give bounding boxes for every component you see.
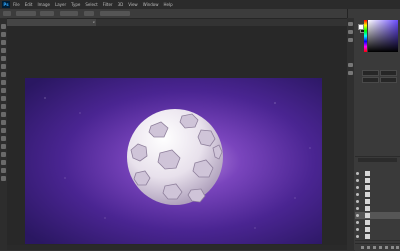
link-layers-icon[interactable] [361, 246, 364, 249]
visibility-eye-icon[interactable] [356, 235, 359, 238]
document-tab[interactable]: × [7, 19, 96, 26]
move-tool-icon[interactable] [1, 24, 6, 29]
visibility-eye-icon[interactable] [356, 172, 359, 175]
history-brush-tool-icon[interactable] [1, 96, 6, 101]
brush-tool-icon[interactable] [1, 80, 6, 85]
moon-ball [127, 109, 223, 205]
layer-thumbnail [365, 178, 370, 183]
layer-thumbnail [365, 185, 370, 190]
layers-filter[interactable] [358, 158, 397, 162]
new-group-icon[interactable] [385, 246, 388, 249]
option-control[interactable] [40, 11, 54, 16]
menu-type[interactable]: Type [71, 2, 80, 7]
status-bar [7, 245, 349, 250]
option-control[interactable] [84, 11, 94, 16]
mask-icon[interactable] [373, 246, 376, 249]
menu-layer[interactable]: Layer [55, 2, 66, 7]
type-tool-icon[interactable] [1, 144, 6, 149]
property-field[interactable] [362, 77, 379, 83]
visibility-eye-icon[interactable] [356, 179, 359, 182]
marquee-tool-icon[interactable] [1, 32, 6, 37]
option-control[interactable] [60, 11, 78, 16]
trash-icon[interactable] [396, 246, 399, 249]
stamp-tool-icon[interactable] [1, 88, 6, 93]
eraser-tool-icon[interactable] [1, 104, 6, 109]
menu-view[interactable]: View [128, 2, 138, 7]
layer-row[interactable] [355, 233, 400, 241]
path-select-tool-icon[interactable] [1, 152, 6, 157]
menu-bar: Ps File Edit Image Layer Type Select Fil… [0, 0, 400, 9]
layer-thumbnail [365, 206, 370, 211]
visibility-eye-icon[interactable] [356, 200, 359, 203]
lasso-tool-icon[interactable] [1, 40, 6, 45]
visibility-eye-icon[interactable] [356, 193, 359, 196]
close-icon[interactable]: × [92, 19, 95, 26]
fx-icon[interactable] [367, 246, 370, 249]
blur-tool-icon[interactable] [1, 120, 6, 125]
menu-filter[interactable]: Filter [103, 2, 113, 7]
layer-thumbnail [365, 234, 370, 239]
photoshop-logo: Ps [2, 1, 10, 8]
adjustments-icon[interactable] [348, 30, 353, 34]
paragraph-icon[interactable] [348, 71, 353, 75]
visibility-eye-icon[interactable] [356, 228, 359, 231]
dodge-tool-icon[interactable] [1, 128, 6, 133]
swatches-icon[interactable] [348, 38, 353, 42]
healing-tool-icon[interactable] [1, 72, 6, 77]
menu-window[interactable]: Window [143, 2, 159, 7]
document-canvas[interactable] [25, 78, 322, 244]
collapsed-panels-strip [347, 18, 354, 250]
visibility-eye-icon[interactable] [356, 186, 359, 189]
menu-edit[interactable]: Edit [25, 2, 33, 7]
property-field[interactable] [362, 70, 379, 76]
option-control[interactable] [16, 11, 36, 16]
pen-tool-icon[interactable] [1, 136, 6, 141]
color-panel-tabs [357, 18, 362, 23]
properties-panel-header[interactable] [355, 57, 400, 63]
layer-thumbnail [365, 171, 370, 176]
gradient-tool-icon[interactable] [1, 112, 6, 117]
hand-tool-icon[interactable] [1, 168, 6, 173]
zoom-tool-icon[interactable] [1, 176, 6, 181]
canvas-artwork [25, 78, 322, 244]
layer-thumbnail [365, 213, 370, 218]
visibility-eye-icon[interactable] [356, 214, 359, 217]
tool-preset-picker[interactable] [3, 11, 11, 16]
history-icon[interactable] [348, 22, 353, 26]
crop-tool-icon[interactable] [1, 56, 6, 61]
layer-thumbnail [365, 192, 370, 197]
layer-thumbnail [365, 227, 370, 232]
workspace [7, 26, 347, 250]
color-field[interactable] [368, 20, 398, 52]
menu-select[interactable]: Select [85, 2, 97, 7]
menu-3d[interactable]: 3D [118, 2, 124, 7]
options-bar [0, 9, 400, 19]
layer-thumbnail [365, 199, 370, 204]
eyedropper-tool-icon[interactable] [1, 64, 6, 69]
shape-tool-icon[interactable] [1, 160, 6, 165]
hue-slider[interactable] [364, 20, 367, 52]
properties-icon[interactable] [348, 63, 353, 67]
option-control[interactable] [100, 11, 130, 16]
property-field[interactable] [380, 70, 397, 76]
visibility-eye-icon[interactable] [356, 207, 359, 210]
new-layer-icon[interactable] [391, 246, 394, 249]
menu-image[interactable]: Image [37, 2, 50, 7]
menu-file[interactable]: File [13, 2, 20, 7]
visibility-eye-icon[interactable] [356, 221, 359, 224]
layer-thumbnail [365, 220, 370, 225]
property-field[interactable] [380, 77, 397, 83]
layers-panel-tabs [355, 150, 400, 157]
adjustment-layer-icon[interactable] [379, 246, 382, 249]
menu-help[interactable]: Help [163, 2, 172, 7]
quick-select-tool-icon[interactable] [1, 48, 6, 53]
